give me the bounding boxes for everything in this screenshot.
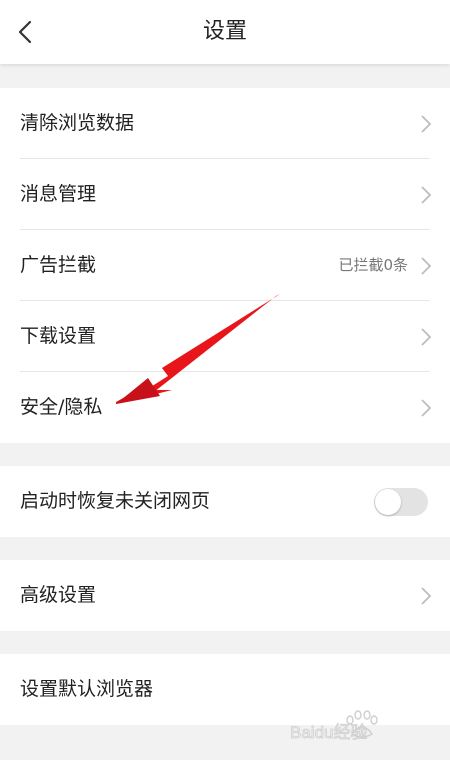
restore-tabs-item[interactable]: 启动时恢复未关闭网页	[0, 466, 450, 537]
chevron-right-icon	[421, 186, 432, 204]
chevron-right-icon	[421, 587, 432, 605]
default-browser-item[interactable]: 设置默认浏览器	[0, 654, 450, 725]
chevron-right-icon	[421, 399, 432, 417]
chevron-right-icon	[421, 328, 432, 346]
chevron-right-icon	[421, 115, 432, 133]
toggle-knob	[375, 489, 401, 515]
settings-group-main: 清除浏览数据 消息管理 广告拦截 已拦截0条 下载设置 安全/隐私	[0, 88, 450, 443]
advanced-settings-item[interactable]: 高级设置	[0, 560, 450, 631]
page-title: 设置	[202, 19, 247, 44]
item-label: 清除浏览数据	[20, 112, 135, 134]
settings-group-default: 设置默认浏览器	[0, 654, 450, 725]
item-label: 广告拦截	[20, 254, 97, 276]
ad-blocking-item[interactable]: 广告拦截 已拦截0条	[0, 230, 450, 301]
blocked-count-text: 已拦截0条	[338, 256, 408, 274]
settings-group-advanced: 高级设置	[0, 560, 450, 631]
item-label: 下载设置	[20, 325, 97, 347]
item-label: 设置默认浏览器	[20, 678, 154, 700]
download-settings-item[interactable]: 下载设置	[0, 301, 450, 372]
security-privacy-item[interactable]: 安全/隐私	[0, 372, 450, 443]
item-label: 高级设置	[20, 584, 97, 606]
settings-group-startup: 启动时恢复未关闭网页	[0, 466, 450, 537]
watermark-text: Baidu经验	[290, 723, 367, 742]
chevron-right-icon	[421, 257, 432, 275]
clear-browsing-data-item[interactable]: 清除浏览数据	[0, 88, 450, 159]
restore-tabs-toggle[interactable]	[374, 488, 428, 516]
item-label: 安全/隐私	[20, 396, 103, 418]
app-header: 设置	[0, 0, 450, 64]
message-management-item[interactable]: 消息管理	[0, 159, 450, 230]
item-label: 消息管理	[20, 183, 97, 205]
item-label: 启动时恢复未关闭网页	[20, 490, 211, 512]
